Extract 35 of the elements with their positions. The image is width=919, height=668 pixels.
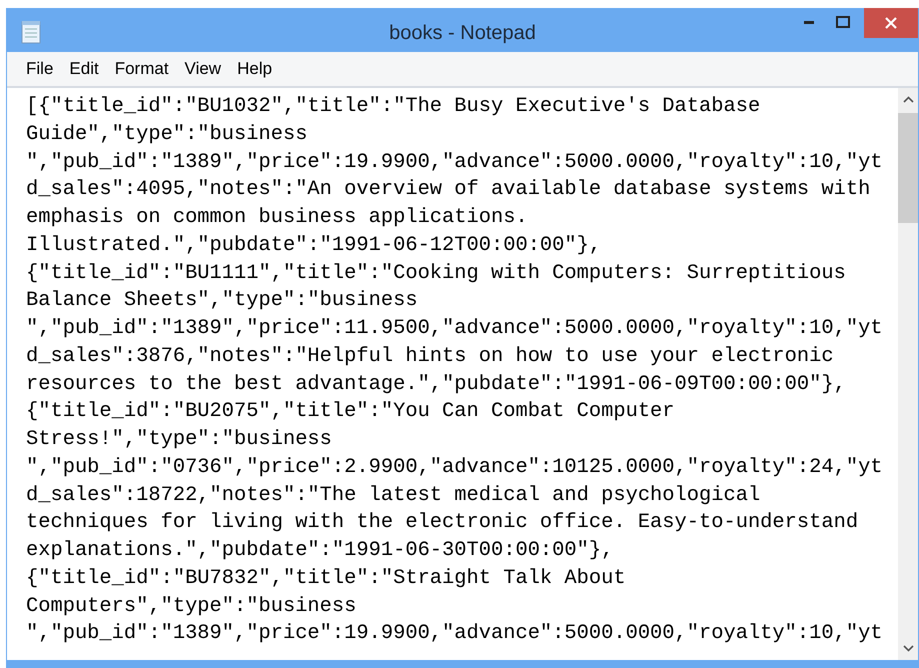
maximize-icon [836, 16, 850, 28]
text-line: Stress!","type":"business [26, 427, 332, 453]
menu-item[interactable]: View [178, 56, 228, 82]
close-icon [885, 17, 897, 29]
menu-item[interactable]: Edit [62, 56, 106, 82]
text-line: resources to the best advantage.","pubdate":"1991-06-09T00:00:00"}, [26, 372, 846, 398]
text-line: {"title_id":"BU1111","title":"Cooking with Computers: Surreptitious [26, 260, 846, 286]
text-line: Computers","type":"business [26, 594, 356, 620]
text-line: Guide","type":"business [26, 122, 308, 148]
text-line: explanations.","pubdate":"1991-06-30T00:00:00"}, [26, 538, 614, 564]
text-line: {"title_id":"BU7832","title":"Straight Talk About [26, 566, 626, 592]
text-line: ","pub_id":"1389","price":19.9900,"advance":5000.0000,"royalty":10,"yt [26, 150, 883, 176]
text-line: ","pub_id":"1389","price":19.9900,"advance":5000.0000,"royalty":10,"yt [26, 621, 883, 648]
text-line: ","pub_id":"1389","price":11.9500,"advance":5000.0000,"royalty":10,"yt [26, 316, 883, 342]
notepad-icon [21, 20, 41, 44]
text-line: d_sales":4095,"notes":"An overview of available database systems with [26, 177, 870, 204]
text-line: ","pub_id":"0736","price":2.9900,"advance":10125.0000,"royalty":24,"yt [26, 454, 883, 481]
text-line: Illustrated.","pubdate":"1991-06-12T00:00:00"}, [26, 232, 602, 259]
scroll-up-icon [902, 96, 914, 103]
menu-item[interactable]: Help [230, 56, 280, 82]
text-line: [{"title_id":"BU1032","title":"The Busy Executive's Database [26, 94, 760, 120]
close-button[interactable] [864, 8, 918, 38]
text-line: {"title_id":"BU2075","title":"You Can Combat Computer [26, 399, 675, 426]
minimize-icon [804, 20, 814, 24]
text-line: techniques for living with the electronic office. Easy-to-understand [26, 510, 858, 536]
scrollbar[interactable] [898, 88, 918, 660]
text-line: emphasis on common business applications. [26, 205, 528, 231]
scroll-thumb[interactable] [898, 113, 918, 223]
text-line: Balance Sheets","type":"business [26, 288, 418, 314]
window-title: books - Notepad [389, 21, 536, 46]
text-line: d_sales":18722,"notes":"The latest medical and psychological [26, 482, 760, 508]
text-line: d_sales":3876,"notes":"Helpful hints on how to use your electronic [26, 344, 834, 370]
scroll-down-icon [902, 645, 914, 652]
menu-item[interactable]: File [19, 56, 60, 82]
menu-item[interactable]: Format [108, 56, 176, 82]
